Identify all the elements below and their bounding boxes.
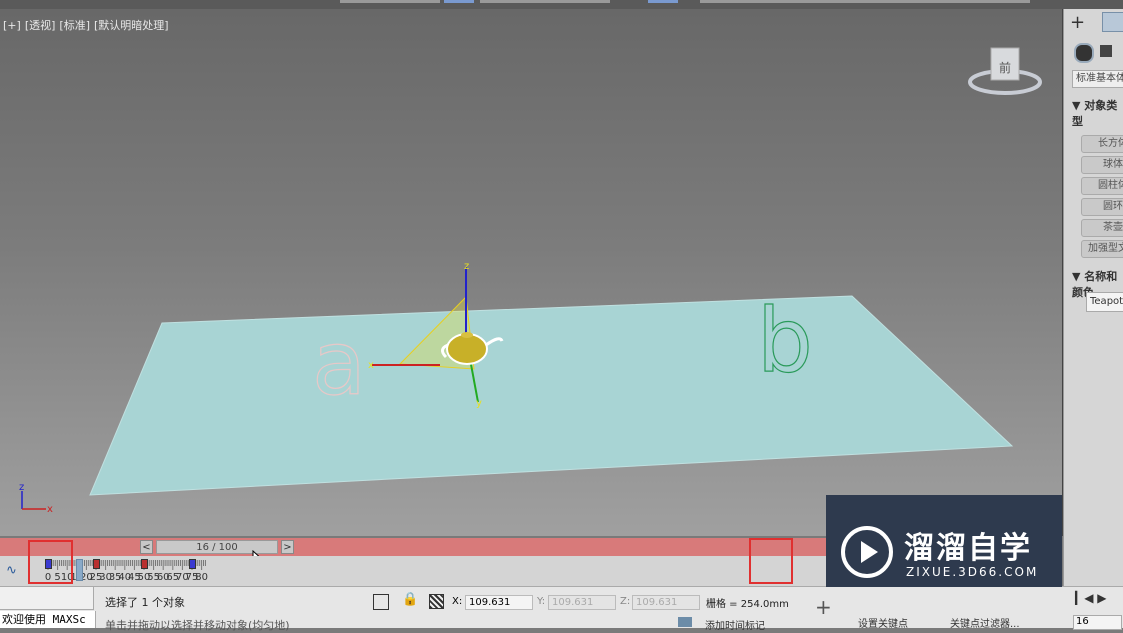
gizmo-z-label: z [464, 261, 469, 272]
create-tab-icon[interactable]: + [1070, 12, 1085, 33]
spline-letter-b[interactable]: b [756, 288, 813, 392]
y-label: Y: [537, 596, 546, 607]
watermark-brand: 溜溜自学 [904, 531, 1032, 566]
maxscript-listener[interactable]: 欢迎使用 MAXSc [0, 611, 96, 628]
watermark-logo-icon [841, 526, 893, 578]
watermark-overlay: 溜溜自学 ZIXUE.3D66.COM [826, 495, 1062, 587]
time-tag-icon[interactable] [678, 617, 692, 627]
sphere-button[interactable]: 球体 [1081, 156, 1123, 174]
isolate-selection-icon[interactable] [373, 594, 389, 610]
object-name-field[interactable]: Teapot001 [1086, 292, 1123, 312]
highlight-box-frame-0 [28, 540, 73, 584]
toolbar-segment [340, 0, 440, 3]
scene-canvas: a b z y x z x [19, 261, 1014, 515]
current-frame-marker[interactable] [75, 559, 83, 581]
torus-button[interactable]: 圆环 [1081, 198, 1123, 216]
highlight-box-frame-75 [749, 538, 793, 584]
watermark-url: ZIXUE.3D66.COM [906, 565, 1039, 579]
absolute-mode-icon[interactable] [429, 594, 444, 609]
track-bar[interactable]: ∿ 05101520253035404550556065707580 [0, 556, 830, 586]
teapot-button[interactable]: 茶壶 [1081, 219, 1123, 237]
y-coordinate-field[interactable]: 109.631 [548, 595, 616, 610]
box-button[interactable]: 长方体 [1081, 135, 1123, 153]
prev-frame-button[interactable]: < [140, 540, 153, 554]
maxscript-listener-top[interactable] [0, 587, 94, 610]
x-label: X: [452, 596, 463, 607]
keyframe-50[interactable] [141, 559, 148, 569]
key-filters-button[interactable]: 关键点过滤器... [950, 615, 1020, 630]
toolbar-active-button[interactable] [444, 0, 474, 3]
command-panel: + 标准基本体 ▼ 对象类型 长方体 球体 圆柱体 圆环 茶壶 加强型文本 ▼ … [1063, 9, 1123, 599]
z-label: Z: [620, 596, 631, 607]
set-key-icon[interactable]: + [815, 595, 832, 619]
set-key-button[interactable]: 设置关键点 [858, 615, 908, 630]
gizmo-x-label: x [368, 360, 374, 371]
frame-label: 80 [195, 572, 208, 583]
text-plus-button[interactable]: 加强型文本 [1081, 240, 1123, 258]
object-type-title: 对象类型 [1072, 99, 1118, 128]
world-x-label: x [47, 504, 53, 515]
geometry-category-icon[interactable] [1074, 43, 1094, 63]
selection-status: 选择了 1 个对象 [105, 596, 185, 609]
prompt-line: 单击并拖动以选择并移动对象(均匀地) [105, 619, 290, 632]
spline-letter-a[interactable]: a [311, 311, 366, 415]
x-coordinate-field[interactable]: 109.631 [465, 595, 533, 610]
viewcube[interactable]: 前 [966, 45, 1044, 109]
ground-plane[interactable] [89, 295, 1014, 496]
gizmo-y-label: y [476, 398, 482, 409]
viewcube-face-label: 前 [999, 60, 1011, 75]
lock-icon[interactable]: 🔒 [402, 592, 418, 607]
toolbar-segment [480, 0, 610, 3]
toolbar-segment [700, 0, 1030, 3]
keyframe-25[interactable] [93, 559, 100, 569]
object-category-dropdown[interactable]: 标准基本体 [1072, 70, 1123, 88]
keyframe-75[interactable] [189, 559, 196, 569]
modify-tab-icon[interactable] [1102, 12, 1123, 32]
current-frame-field[interactable]: 16 [1073, 615, 1122, 630]
object-type-rollout-header[interactable]: ▼ 对象类型 [1072, 97, 1123, 129]
z-coordinate-field[interactable]: 109.631 [632, 595, 700, 610]
cylinder-button[interactable]: 圆柱体 [1081, 177, 1123, 195]
playback-controls[interactable]: ▎◀ ▶ [1075, 591, 1107, 605]
status-bar: 欢迎使用 MAXSc 选择了 1 个对象 单击并拖动以选择并移动对象(均匀地) … [0, 586, 1123, 632]
next-frame-button[interactable]: > [281, 540, 294, 554]
add-time-tag[interactable]: 添加时间标记 [705, 617, 765, 632]
shapes-category-icon[interactable] [1100, 45, 1112, 57]
perspective-viewport[interactable]: [+] [透视] [标准] [默认明暗处理] a b z y x z x 前 [0, 9, 1063, 536]
world-z-label: z [19, 482, 24, 493]
grid-size: 栅格 = 254.0mm [706, 599, 789, 610]
toolbar-active-button[interactable] [648, 0, 678, 3]
